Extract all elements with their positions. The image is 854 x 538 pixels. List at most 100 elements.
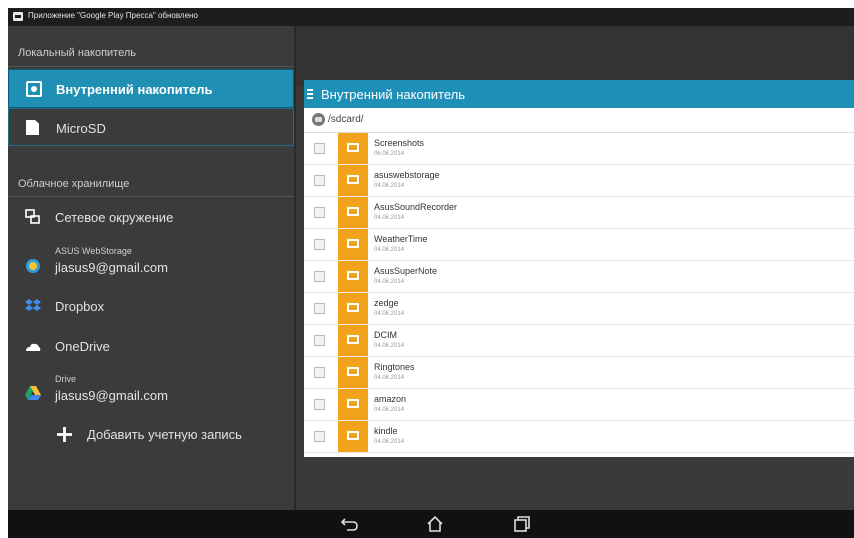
phone-storage-icon: [26, 81, 42, 97]
drawer-item-internal-storage[interactable]: Внутренний накопитель: [8, 69, 294, 108]
file-name: kindle: [374, 426, 398, 436]
file-date: 04.06.2014: [374, 343, 405, 349]
folder-icon-cell: [338, 389, 368, 420]
select-checkbox[interactable]: [314, 431, 325, 442]
drawer-item-label: OneDrive: [55, 339, 110, 354]
account-email: jlasus9@gmail.com: [55, 260, 168, 275]
folder-icon: [347, 399, 359, 408]
file-date: 04.06.2014: [374, 407, 405, 413]
drawer-item-dropbox[interactable]: Dropbox: [8, 286, 294, 326]
file-date: 04.06.2014: [374, 247, 405, 253]
folder-icon: [347, 271, 359, 280]
plus-icon: [57, 427, 72, 442]
tablet-screen: Приложение "Google Play Прессa" обновлен…: [8, 8, 854, 538]
select-checkbox[interactable]: [314, 207, 325, 218]
status-bar: Приложение "Google Play Прессa" обновлен…: [8, 8, 854, 26]
back-icon[interactable]: [341, 516, 359, 532]
network-icon: [25, 209, 40, 224]
folder-icon: [347, 335, 359, 344]
file-date: 04.06.2014: [374, 375, 405, 381]
drawer-item-asus-webstorage[interactable]: ASUS WebStorage jlasus9@gmail.com: [8, 239, 294, 285]
file-name: Ringtones: [374, 362, 415, 372]
folder-icon-cell: [338, 325, 368, 356]
drawer-item-label: ASUS WebStorage: [55, 246, 132, 256]
account-email: jlasus9@gmail.com: [55, 388, 168, 403]
drawer-item-microsd[interactable]: MicroSD: [8, 108, 294, 146]
path-bar: /sdcard/: [304, 108, 854, 133]
list-item[interactable]: AsusSuperNote 04.06.2014: [304, 261, 854, 293]
select-checkbox[interactable]: [314, 399, 325, 410]
list-item[interactable]: Ringtones 04.06.2014: [304, 357, 854, 389]
folder-icon: [347, 431, 359, 440]
asus-webstorage-icon: [26, 259, 40, 273]
file-date: 04.06.2014: [374, 183, 405, 189]
file-name: AsusSoundRecorder: [374, 202, 458, 212]
list-item[interactable]: asuswebstorage 04.06.2014: [304, 165, 854, 197]
folder-icon: [347, 303, 359, 312]
file-date: 04.06.2014: [374, 311, 405, 317]
file-name: WeatherTime: [374, 234, 428, 244]
list-item[interactable]: zedge 04.06.2014: [304, 293, 854, 325]
select-checkbox[interactable]: [314, 175, 325, 186]
folder-icon-cell: [338, 293, 368, 324]
select-checkbox[interactable]: [314, 303, 325, 314]
file-date: 04.06.2014: [374, 215, 405, 221]
dropbox-icon: [25, 299, 41, 311]
image-notification-icon: [13, 12, 23, 21]
drawer-item-label: Dropbox: [55, 299, 105, 314]
list-item[interactable]: WeatherTime 04.06.2014: [304, 229, 854, 261]
folder-icon-cell: [338, 229, 368, 260]
list-item[interactable]: amazon 04.06.2014: [304, 389, 854, 421]
file-name: asuswebstorage: [374, 170, 440, 180]
folder-icon-cell: [338, 261, 368, 292]
list-item[interactable]: Screenshots 06.06.2014: [304, 133, 854, 165]
add-account-button[interactable]: Добавить учетную запись: [8, 415, 294, 457]
file-browser-panel: Внутренний накопитель /sdcard/ Screensho…: [304, 80, 854, 457]
select-checkbox[interactable]: [314, 143, 325, 154]
drawer-item-label: Drive: [55, 374, 77, 384]
navigation-drawer: Локальный накопитель Внутренний накопите…: [8, 26, 294, 510]
menu-icon[interactable]: [307, 89, 313, 101]
select-checkbox[interactable]: [314, 367, 325, 378]
file-name: Screenshots: [374, 138, 425, 148]
select-checkbox[interactable]: [314, 239, 325, 250]
file-date: 04.06.2014: [374, 439, 405, 445]
drawer-divider: [294, 26, 296, 510]
storage-icon: [312, 113, 325, 126]
system-navigation-bar: [8, 510, 854, 538]
file-date: 06.06.2014: [374, 151, 405, 157]
onedrive-icon: [26, 343, 41, 351]
select-checkbox[interactable]: [314, 335, 325, 346]
list-item[interactable]: DCIM 04.06.2014: [304, 325, 854, 357]
list-item[interactable]: AsusSoundRecorder 04.06.2014: [304, 197, 854, 229]
list-item[interactable]: kindle 04.06.2014: [304, 421, 854, 453]
panel-header: Внутренний накопитель: [304, 80, 854, 108]
folder-icon: [347, 239, 359, 248]
home-icon[interactable]: [426, 516, 444, 532]
folder-icon: [347, 175, 359, 184]
folder-icon: [347, 367, 359, 376]
file-name: AsusSuperNote: [374, 266, 438, 276]
folder-icon-cell: [338, 197, 368, 228]
drawer-item-label: Сетевое окружение: [55, 210, 174, 225]
select-checkbox[interactable]: [314, 271, 325, 282]
file-name: amazon: [374, 394, 407, 404]
drawer-item-label: Внутренний накопитель: [56, 82, 213, 97]
drawer-item-network[interactable]: Сетевое окружение: [8, 197, 294, 237]
divider: [8, 66, 294, 67]
drawer-item-label: MicroSD: [56, 121, 106, 136]
file-name: DCIM: [374, 330, 397, 340]
folder-icon: [347, 207, 359, 216]
drawer-item-onedrive[interactable]: OneDrive: [8, 326, 294, 366]
local-section-label: Локальный накопитель: [18, 47, 137, 59]
add-account-label: Добавить учетную запись: [87, 427, 242, 442]
folder-icon-cell: [338, 421, 368, 452]
folder-icon-cell: [338, 165, 368, 196]
notification-text: Приложение "Google Play Прессa" обновлен…: [28, 11, 198, 20]
google-drive-icon: [25, 386, 41, 400]
file-list: Screenshots 06.06.2014 asuswebstorage 04…: [304, 133, 854, 453]
drawer-item-google-drive[interactable]: Drive jlasus9@gmail.com: [8, 367, 294, 413]
current-path[interactable]: /sdcard/: [328, 114, 364, 125]
recent-apps-icon[interactable]: [513, 516, 531, 532]
folder-icon: [347, 143, 359, 152]
